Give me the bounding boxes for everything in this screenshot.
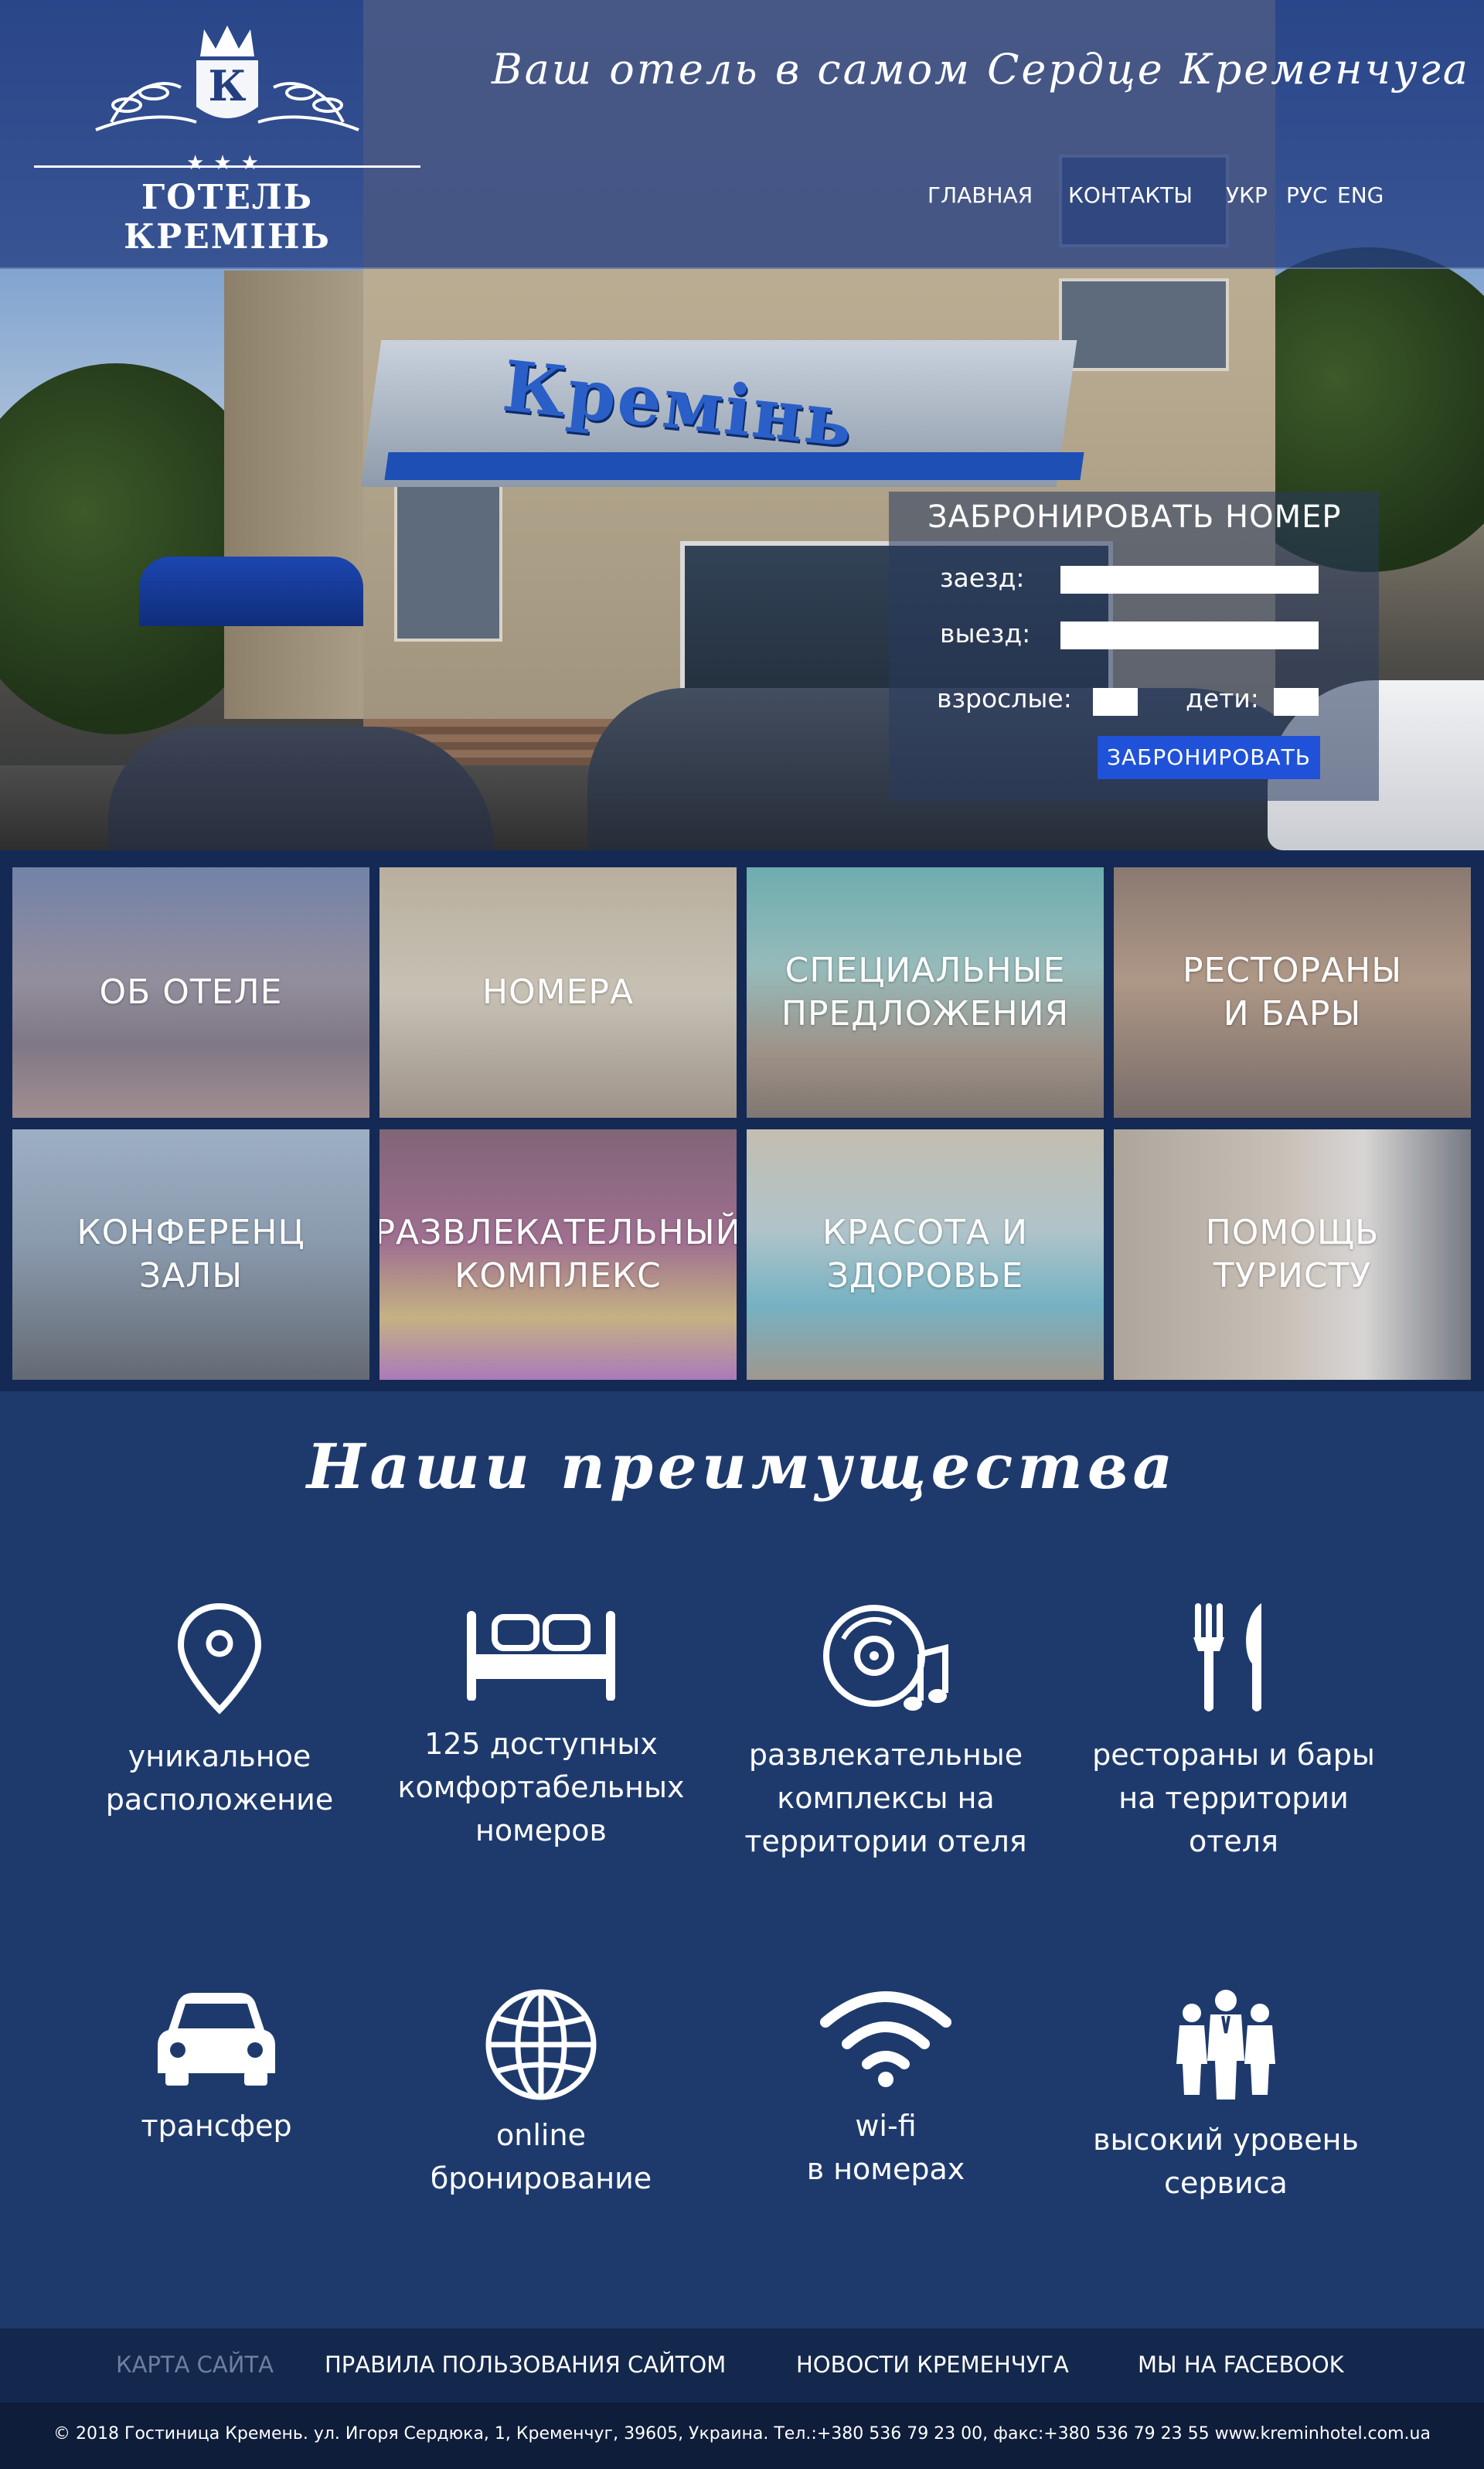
advantages-title: Наши преимущества (306, 1430, 1178, 1503)
feature-text: 125 доступных комфортабельных номеров (397, 1727, 685, 1847)
tile-label: НОМЕРА (482, 972, 635, 1012)
feature-restaurants: рестораны и бары на территории отеля (1071, 1600, 1396, 1863)
site-header: К ★★★ ГОТЕЛЬ КРЕМІНЬ Ваш отель в самом С… (0, 0, 1484, 269)
tile-restaurants-bars[interactable]: РЕСТОРАНЫ И БАРЫ (1114, 867, 1471, 1118)
book-room-button[interactable]: ЗАБРОНИРОВАТЬ (1098, 736, 1320, 779)
lang-ukr[interactable]: УКР (1226, 182, 1268, 208)
adults-field[interactable] (1093, 688, 1138, 716)
footer-links: КАРТА САЙТА ПРАВИЛА ПОЛЬЗОВАНИЯ САЙТОМ Н… (0, 2328, 1484, 2403)
hero-canopy-stripe (384, 452, 1084, 480)
feature-text: развлекательные комплексы на территории … (744, 1738, 1027, 1858)
hero-car (108, 727, 495, 850)
tile-about-hotel[interactable]: ОБ ОТЕЛЕ (12, 867, 369, 1118)
copyright-text: © 2018 Гостиница Кремень. ул. Игоря Серд… (53, 2424, 1431, 2443)
footer-copyright-bar: © 2018 Гостиница Кремень. ул. Игоря Серд… (0, 2403, 1484, 2469)
car-icon (158, 1993, 275, 2086)
nav-item-home[interactable]: ГЛАВНАЯ (928, 182, 1033, 208)
tile-beauty-health[interactable]: КРАСОТА И ЗДОРОВЬЕ (747, 1129, 1104, 1380)
location-pin-icon (177, 1602, 262, 1715)
footer-link-terms[interactable]: ПРАВИЛА ПОЛЬЗОВАНИЯ САЙТОМ (325, 2352, 726, 2378)
feature-online-booking: online бронирование (379, 1987, 703, 2200)
nav-item-contacts[interactable]: КОНТАКТЫ (1068, 182, 1193, 208)
feature-rooms: 125 доступных комфортабельных номеров (379, 1600, 703, 1852)
feature-text: уникальное расположение (105, 1739, 334, 1817)
globe-icon (485, 1989, 597, 2100)
site-logo[interactable]: К ★★★ ГОТЕЛЬ КРЕМІНЬ (34, 14, 425, 257)
footer-link-facebook[interactable]: МЫ НА FACEBOOK (1138, 2352, 1344, 2378)
header-tagline: Ваш отель в самом Сердце Кременчуга (492, 45, 1470, 94)
crest-icon: К (95, 26, 359, 131)
tile-label: РЕСТОРАНЫ И БАРЫ (1182, 951, 1403, 1034)
tile-conference-halls[interactable]: КОНФЕРЕНЦ ЗАЛЫ (12, 1129, 369, 1380)
booking-title: ЗАБРОНИРОВАТЬ НОМЕР (928, 499, 1342, 535)
checkout-field[interactable] (1060, 622, 1319, 649)
tile-label: КРАСОТА И ЗДОРОВЬЕ (822, 1213, 1029, 1296)
tile-rooms[interactable]: НОМЕРА (380, 867, 737, 1118)
hero-window (1059, 278, 1229, 371)
booking-form: ЗАБРОНИРОВАТЬ НОМЕР заезд: выезд: взросл… (889, 492, 1379, 801)
feature-entertainment: развлекательные комплексы на территории … (723, 1600, 1048, 1863)
children-field[interactable] (1274, 688, 1319, 716)
music-disc-icon (823, 1605, 948, 1711)
feature-text: трансфер (141, 2109, 292, 2143)
tile-tourist-help[interactable]: ПОМОЩЬ ТУРИСТУ (1114, 1129, 1471, 1380)
tile-label: КОНФЕРЕНЦ ЗАЛЫ (77, 1213, 305, 1296)
adults-label: взрослые: (937, 683, 1072, 713)
tile-label: СПЕЦИАЛЬНЫЕ ПРЕДЛОЖЕНИЯ (781, 951, 1070, 1034)
children-label: дети: (1186, 683, 1259, 713)
feature-transfer: трансфер (54, 1987, 379, 2147)
footer-link-news[interactable]: НОВОСТИ КРЕМЕНЧУГА (796, 2352, 1069, 2378)
hero-window (394, 479, 502, 642)
svg-text:К: К (208, 61, 246, 111)
feature-text: online бронирование (430, 2118, 652, 2195)
logo-name: ГОТЕЛЬ КРЕМІНЬ (124, 178, 331, 257)
hero-side-canopy (139, 557, 363, 626)
logo-stars: ★★★ (186, 152, 268, 175)
feature-text: рестораны и бары на территории отеля (1092, 1738, 1375, 1858)
feature-text: wi-fi в номерах (806, 2109, 965, 2186)
fork-knife-icon (1193, 1603, 1261, 1711)
tile-label: ПОМОЩЬ ТУРИСТУ (1205, 1213, 1380, 1296)
checkin-label: заезд: (940, 563, 1025, 593)
wifi-icon (820, 1991, 951, 2087)
tile-label: РАЗВЛЕКАТЕЛЬНЫЙ КОМПЛЕКС (380, 1213, 737, 1296)
lang-rus[interactable]: РУС (1286, 182, 1328, 208)
feature-text: высокий уровень сервиса (1093, 2123, 1359, 2200)
footer-link-sitemap[interactable]: КАРТА САЙТА (116, 2352, 274, 2378)
lang-eng[interactable]: ENG (1337, 182, 1384, 208)
category-tiles: ОБ ОТЕЛЕ НОМЕРА СПЕЦИАЛЬНЫЕ ПРЕДЛОЖЕНИЯ … (0, 850, 1484, 1391)
tile-entertainment-complex[interactable]: РАЗВЛЕКАТЕЛЬНЫЙ КОМПЛЕКС (380, 1129, 737, 1380)
tile-label: ОБ ОТЕЛЕ (99, 972, 283, 1012)
staff-icon (1176, 1990, 1275, 2100)
advantages-section: Наши преимущества уникальное расположени… (0, 1391, 1484, 2328)
hero-banner: Кремінь К ★★★ ГОТЕЛЬ КРЕМІНЬ Ваш отель в… (0, 0, 1484, 850)
feature-service: высокий уровень сервиса (1064, 1987, 1388, 2205)
bed-icon (467, 1611, 615, 1701)
checkout-label: выезд: (940, 618, 1031, 649)
tile-special-offers[interactable]: СПЕЦИАЛЬНЫЕ ПРЕДЛОЖЕНИЯ (747, 867, 1104, 1118)
feature-location: уникальное расположение (57, 1600, 382, 1821)
logo-divider (34, 165, 420, 168)
feature-wifi: wi-fi в номерах (723, 1987, 1048, 2191)
checkin-field[interactable] (1060, 566, 1319, 594)
